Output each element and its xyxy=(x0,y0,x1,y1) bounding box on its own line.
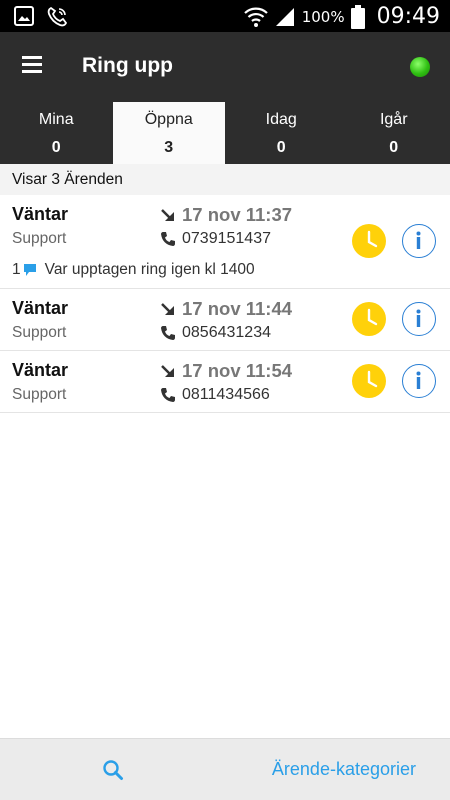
case-status: Väntar xyxy=(12,204,69,224)
case-category: Support xyxy=(12,230,67,247)
hamburger-icon[interactable] xyxy=(22,56,42,76)
tab-oppna[interactable]: Öppna 3 xyxy=(112,102,225,164)
signal-icon xyxy=(275,7,294,26)
comment-text: Var upptagen ring igen kl 1400 xyxy=(44,261,255,278)
case-phone: 0856431234 xyxy=(182,324,271,341)
tab-label: Idag xyxy=(265,111,297,128)
phone-icon xyxy=(161,326,175,340)
tab-label: Igår xyxy=(379,111,408,128)
comment-icon xyxy=(23,264,36,276)
clock-time: 09:49 xyxy=(376,4,440,29)
case-status: Väntar xyxy=(12,360,69,380)
phone-icon xyxy=(161,232,175,246)
case-categories-button[interactable]: Ärende-kategorier xyxy=(272,759,416,780)
app-bar: Ring upp xyxy=(0,32,450,102)
info-icon xyxy=(416,371,421,389)
info-icon xyxy=(416,231,421,249)
battery-icon xyxy=(350,4,365,29)
snooze-clock-button[interactable] xyxy=(352,224,386,258)
case-category: Support xyxy=(12,324,67,341)
clock-icon xyxy=(367,308,378,326)
bottom-bar: Ärende-kategorier xyxy=(0,738,450,800)
image-icon xyxy=(14,6,34,26)
list-header: Visar 3 Ärenden xyxy=(0,164,450,195)
search-button[interactable] xyxy=(102,759,124,781)
snooze-clock-button[interactable] xyxy=(352,302,386,336)
case-date: 17 nov 11:44 xyxy=(182,298,293,319)
case-row[interactable]: Väntar Support 17 nov 11:44 0856431234 xyxy=(0,289,450,351)
incoming-arrow-icon xyxy=(161,303,174,315)
wifi-icon xyxy=(243,7,268,27)
case-date: 17 nov 11:37 xyxy=(182,204,293,225)
tab-mina[interactable]: Mina 0 xyxy=(0,102,113,164)
tab-count: 0 xyxy=(389,139,399,156)
incoming-arrow-icon xyxy=(161,365,174,377)
status-bar: 100% 09:49 xyxy=(0,0,450,32)
incoming-arrow-icon xyxy=(161,209,174,221)
search-icon xyxy=(103,760,123,780)
case-category: Support xyxy=(12,386,67,403)
connection-status-indicator xyxy=(410,57,430,77)
case-date: 17 nov 11:54 xyxy=(182,360,293,381)
page-title: Ring upp xyxy=(82,54,173,77)
case-row[interactable]: Väntar Support 17 nov 11:37 0739151437 1… xyxy=(0,195,450,289)
tab-count: 0 xyxy=(276,139,286,156)
case-row[interactable]: Väntar Support 17 nov 11:54 0811434566 xyxy=(0,351,450,413)
info-button[interactable] xyxy=(402,364,436,398)
tab-bar: Mina 0 Öppna 3 Idag 0 Igår 0 xyxy=(0,102,450,164)
tab-count: 3 xyxy=(164,139,174,156)
info-button[interactable] xyxy=(402,224,436,258)
info-icon xyxy=(416,309,421,327)
case-status: Väntar xyxy=(12,298,69,318)
clock-icon xyxy=(367,370,378,388)
comment-count: 1 xyxy=(12,261,21,278)
call-icon xyxy=(47,6,68,27)
case-list: Väntar Support 17 nov 11:37 0739151437 1… xyxy=(0,195,450,413)
clock-icon xyxy=(367,230,378,248)
snooze-clock-button[interactable] xyxy=(352,364,386,398)
tab-count: 0 xyxy=(51,139,61,156)
battery-percent: 100% xyxy=(301,7,345,26)
tab-igar[interactable]: Igår 0 xyxy=(338,102,450,164)
case-phone: 0739151437 xyxy=(182,230,271,247)
tab-label: Mina xyxy=(38,111,74,128)
tab-label: Öppna xyxy=(144,111,193,128)
phone-icon xyxy=(161,388,175,402)
tab-idag[interactable]: Idag 0 xyxy=(225,102,338,164)
case-phone: 0811434566 xyxy=(182,386,270,403)
info-button[interactable] xyxy=(402,302,436,336)
